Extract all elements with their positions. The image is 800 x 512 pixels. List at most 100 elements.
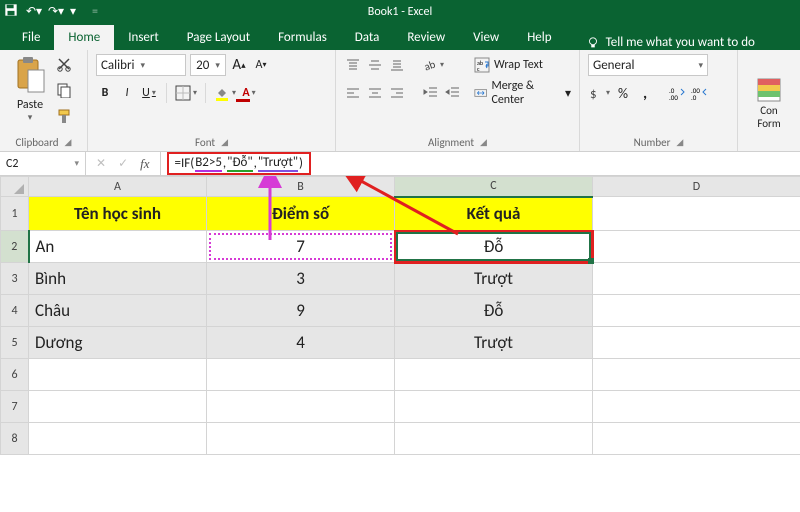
cell-a1[interactable]: Tên học sinh: [29, 197, 207, 231]
tab-view[interactable]: View: [459, 25, 513, 50]
accounting-format-icon[interactable]: $▾: [588, 82, 610, 104]
qat-customize-icon[interactable]: ▾: [70, 5, 84, 19]
formula-enter-icon[interactable]: ✓: [118, 156, 128, 171]
align-middle-icon[interactable]: [366, 54, 384, 76]
paste-button[interactable]: Paste ▾: [8, 54, 52, 134]
tab-insert[interactable]: Insert: [114, 25, 173, 50]
cell-d5[interactable]: [593, 327, 800, 359]
cell-d1[interactable]: [593, 197, 800, 231]
row-header-8[interactable]: 8: [1, 423, 29, 455]
cell-c6[interactable]: [395, 359, 593, 391]
cell-b3[interactable]: 3: [207, 263, 395, 295]
borders-icon[interactable]: ▾: [175, 82, 197, 104]
cut-icon[interactable]: [56, 56, 72, 76]
cell-c4[interactable]: Đỗ: [395, 295, 593, 327]
cell-d6[interactable]: [593, 359, 800, 391]
cell-a2[interactable]: An: [29, 231, 207, 263]
tab-file[interactable]: File: [8, 25, 54, 50]
cell-b2[interactable]: 7: [207, 231, 395, 263]
col-header-d[interactable]: D: [593, 177, 800, 197]
qat-overflow-icon[interactable]: =: [92, 5, 106, 19]
alignment-launcher-icon[interactable]: ◢: [480, 137, 487, 148]
increase-decimal-icon[interactable]: .0.00: [668, 82, 686, 104]
merge-center-button[interactable]: Merge & Center▾: [474, 82, 571, 104]
col-header-b[interactable]: B: [207, 177, 395, 197]
orientation-icon[interactable]: ab▾: [422, 54, 444, 76]
cell-b6[interactable]: [207, 359, 395, 391]
undo-icon[interactable]: ↶▾: [26, 5, 40, 19]
cell-c1[interactable]: Kết quả: [395, 197, 593, 231]
decrease-font-icon[interactable]: A▾: [252, 54, 270, 76]
increase-indent-icon[interactable]: [444, 82, 462, 104]
tab-home[interactable]: Home: [54, 25, 114, 50]
number-format-combo[interactable]: General▾: [588, 54, 708, 76]
cell-d3[interactable]: [593, 263, 800, 295]
insert-function-icon[interactable]: fx: [140, 156, 149, 172]
cell-d4[interactable]: [593, 295, 800, 327]
worksheet-grid[interactable]: A B C D 1 Tên học sinh Điểm số Kết quả 2…: [0, 176, 800, 512]
select-all-button[interactable]: [1, 177, 29, 197]
col-header-c[interactable]: C: [395, 177, 593, 197]
row-header-6[interactable]: 6: [1, 359, 29, 391]
align-right-icon[interactable]: [388, 82, 406, 104]
cell-a4[interactable]: Châu: [29, 295, 207, 327]
cell-d7[interactable]: [593, 391, 800, 423]
font-name-combo[interactable]: Calibri▾: [96, 54, 186, 76]
cell-c5[interactable]: Trượt: [395, 327, 593, 359]
tab-formulas[interactable]: Formulas: [264, 25, 341, 50]
percent-format-icon[interactable]: %: [614, 82, 632, 104]
tab-help[interactable]: Help: [513, 25, 565, 50]
cell-b7[interactable]: [207, 391, 395, 423]
cell-c7[interactable]: [395, 391, 593, 423]
align-top-icon[interactable]: [344, 54, 362, 76]
copy-icon[interactable]: [56, 82, 72, 102]
cell-b4[interactable]: 9: [207, 295, 395, 327]
cell-a7[interactable]: [29, 391, 207, 423]
comma-format-icon[interactable]: ,: [636, 82, 654, 104]
decrease-indent-icon[interactable]: [422, 82, 440, 104]
bold-button[interactable]: B: [96, 82, 114, 104]
save-icon[interactable]: [4, 3, 18, 21]
row-header-3[interactable]: 3: [1, 263, 29, 295]
row-header-7[interactable]: 7: [1, 391, 29, 423]
tab-page-layout[interactable]: Page Layout: [173, 25, 264, 50]
cell-c2[interactable]: Đỗ: [395, 231, 593, 263]
font-size-combo[interactable]: 20▾: [190, 54, 226, 76]
increase-font-icon[interactable]: A▴: [230, 54, 248, 76]
cell-b1[interactable]: Điểm số: [207, 197, 395, 231]
cell-b8[interactable]: [207, 423, 395, 455]
italic-button[interactable]: I: [118, 82, 136, 104]
format-painter-icon[interactable]: [56, 108, 72, 128]
underline-button[interactable]: U▾: [140, 82, 158, 104]
cell-a6[interactable]: [29, 359, 207, 391]
align-left-icon[interactable]: [344, 82, 362, 104]
row-header-4[interactable]: 4: [1, 295, 29, 327]
clipboard-launcher-icon[interactable]: ◢: [65, 137, 72, 148]
cell-d8[interactable]: [593, 423, 800, 455]
tell-me[interactable]: Tell me what you want to do: [586, 35, 755, 50]
fill-color-icon[interactable]: ▾: [214, 82, 236, 104]
align-bottom-icon[interactable]: [388, 54, 406, 76]
decrease-decimal-icon[interactable]: .00.0: [690, 82, 708, 104]
cell-c8[interactable]: [395, 423, 593, 455]
tab-data[interactable]: Data: [341, 25, 394, 50]
formula-bar[interactable]: =IF(B2>5,"Đỗ","Trượt"): [161, 152, 800, 175]
font-launcher-icon[interactable]: ◢: [221, 137, 228, 148]
conditional-formatting-button[interactable]: Con Form: [746, 54, 792, 149]
tab-review[interactable]: Review: [393, 25, 459, 50]
formula-cancel-icon[interactable]: ✕: [96, 156, 106, 171]
cell-a3[interactable]: Bình: [29, 263, 207, 295]
align-center-icon[interactable]: [366, 82, 384, 104]
cell-a5[interactable]: Dương: [29, 327, 207, 359]
cell-d2[interactable]: [593, 231, 800, 263]
redo-icon[interactable]: ↷▾: [48, 5, 62, 19]
number-launcher-icon[interactable]: ◢: [676, 137, 683, 148]
wrap-text-button[interactable]: abc Wrap Text: [474, 54, 571, 76]
font-color-icon[interactable]: A▾: [240, 82, 258, 104]
cell-b5[interactable]: 4: [207, 327, 395, 359]
col-header-a[interactable]: A: [29, 177, 207, 197]
row-header-2[interactable]: 2: [1, 231, 29, 263]
name-box[interactable]: C2▾: [0, 152, 86, 175]
row-header-5[interactable]: 5: [1, 327, 29, 359]
cell-c3[interactable]: Trượt: [395, 263, 593, 295]
